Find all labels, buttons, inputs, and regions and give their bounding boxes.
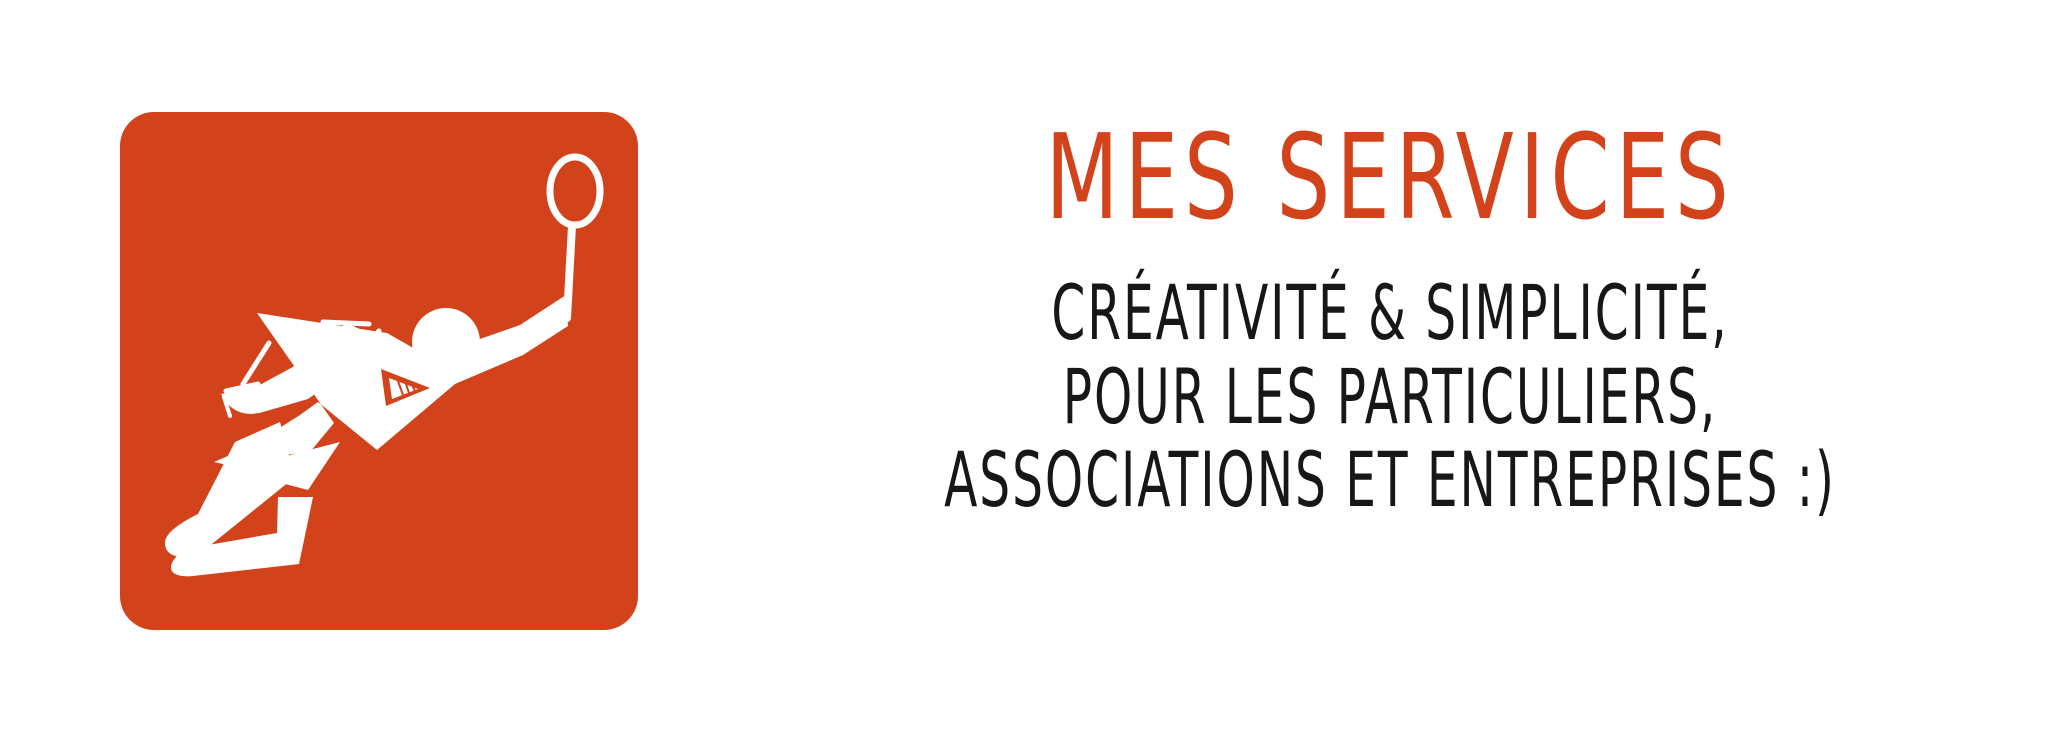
page-title: MES SERVICES (1045, 108, 1735, 246)
services-description: CRÉATIVITÉ & SIMPLICITÉ, POUR LES PARTIC… (944, 268, 1834, 519)
badminton-player-icon (164, 153, 604, 577)
description-line-2: POUR LES PARTICULIERS, (1062, 351, 1718, 441)
badminton-logo (120, 112, 638, 630)
services-copy: MES SERVICES CRÉATIVITÉ & SIMPLICITÉ, PO… (790, 118, 1990, 638)
description-line-1: CRÉATIVITÉ & SIMPLICITÉ, (1051, 268, 1729, 357)
description-line-3: ASSOCIATIONS ET ENTREPRISES :) (944, 435, 1836, 525)
